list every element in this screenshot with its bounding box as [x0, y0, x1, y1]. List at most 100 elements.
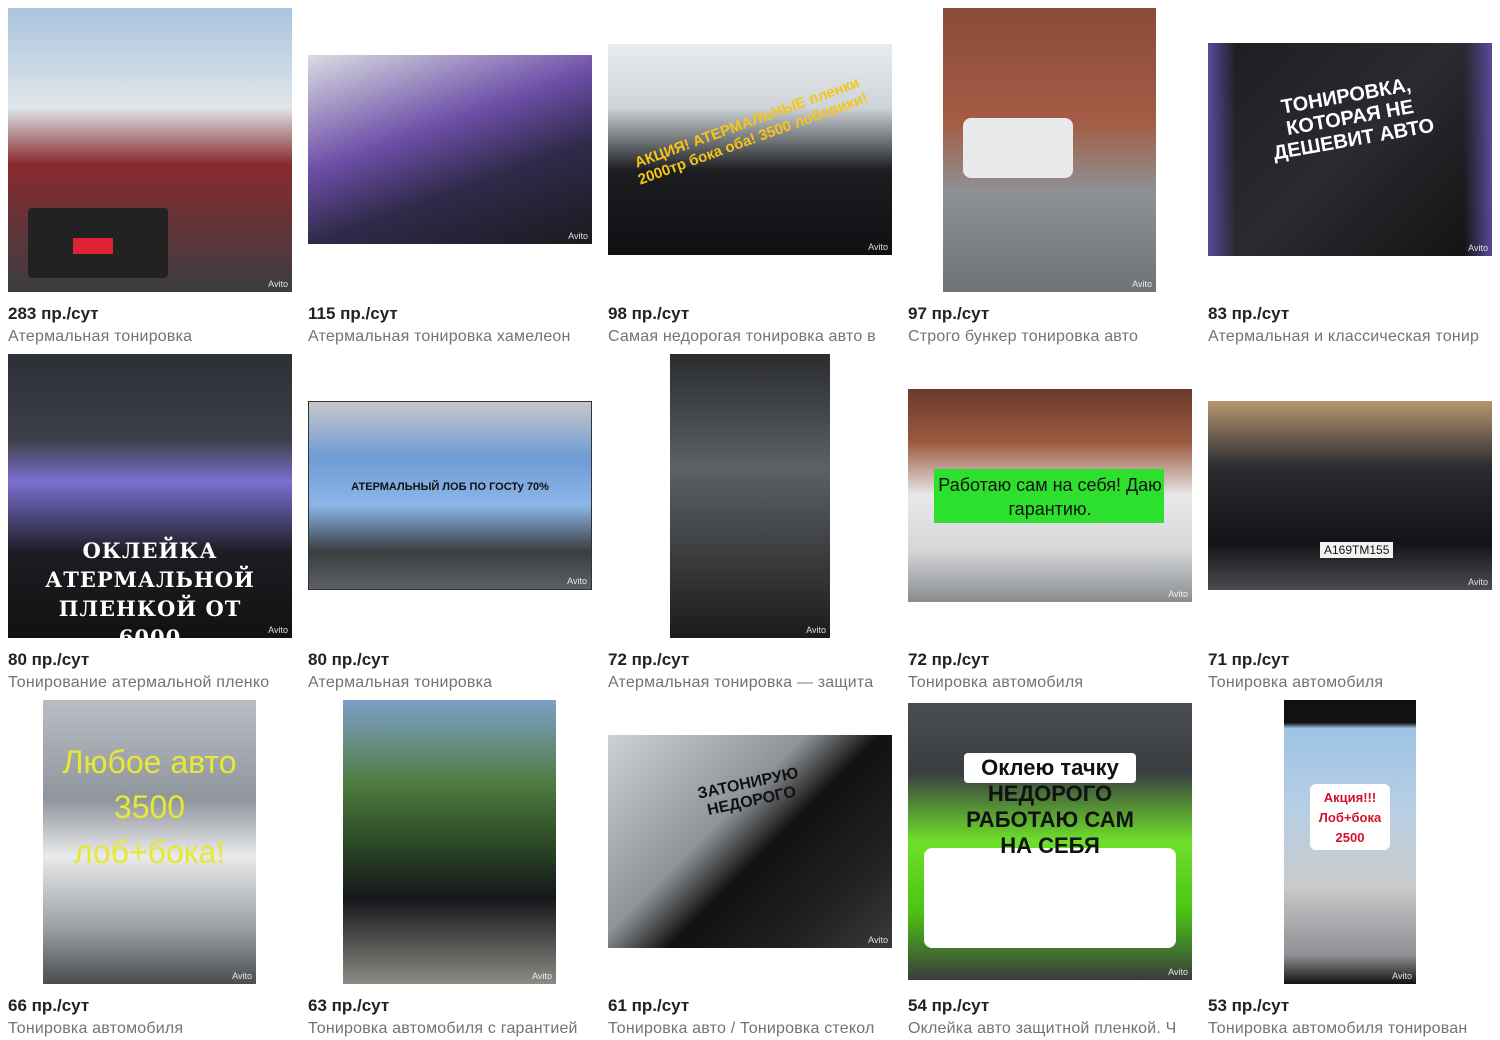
listing-title[interactable]: Строго бункер тонировка авто: [908, 328, 1192, 346]
listing-card[interactable]: Avito 72 пр./сут Атермальная тонировка —…: [608, 354, 892, 694]
listing-title[interactable]: Атермальная тонировка — защита: [608, 674, 892, 692]
watermark: Avito: [1468, 577, 1488, 587]
listing-photo[interactable]: Avito: [8, 8, 292, 292]
listing-photo[interactable]: АТЕРМАЛЬНЫЙ ЛОБ ПО ГОСТу 70% Avito: [308, 401, 592, 590]
watermark: Avito: [532, 971, 552, 981]
listing-views: 98 пр./сут: [608, 304, 690, 323]
listing-card[interactable]: Акция!!! Лоб+бока 2500 Avito 53 пр./сут …: [1208, 700, 1492, 1040]
listing-title[interactable]: Тонировка автомобиля: [1208, 674, 1492, 692]
listing-image-box: Avito: [308, 700, 592, 984]
listing-photo[interactable]: Любое авто 3500 лоб+бока! Avito: [43, 700, 256, 984]
listing-photo[interactable]: ТОНИРОВКА, КОТОРАЯ НЕ ДЕШЕВИТ АВТО Avito: [1208, 43, 1492, 256]
listing-views: 53 пр./сут: [1208, 996, 1290, 1015]
listing-title[interactable]: Тонировка автомобиля с гарантией: [308, 1020, 592, 1038]
listing-image-box: Avito: [908, 8, 1192, 292]
listing-photo[interactable]: Акция!!! Лоб+бока 2500 Avito: [1284, 700, 1416, 984]
listing-photo[interactable]: ОКЛЕЙКА АТЕРМАЛЬНОЙ ПЛЕНКОЙ ОТ 6000 Avit…: [8, 354, 292, 638]
listing-card[interactable]: АТЕРМАЛЬНЫЙ ЛОБ ПО ГОСТу 70% Avito 80 пр…: [308, 354, 592, 694]
watermark: Avito: [1468, 243, 1488, 253]
listing-views: 71 пр./сут: [1208, 650, 1290, 669]
listing-views: 54 пр./сут: [908, 996, 990, 1015]
promo-overlay-text: Акция!!! Лоб+бока 2500: [1318, 790, 1382, 845]
listing-image-box: Оклею тачку НЕДОРОГО РАБОТАЮ САМ НА СЕБЯ…: [908, 700, 1192, 984]
listing-image-box: А169ТМ155 Avito: [1208, 354, 1492, 638]
listing-card[interactable]: Работаю сам на себя! Даю гарантию. Avito…: [908, 354, 1192, 694]
listing-image-box: Работаю сам на себя! Даю гарантию. Avito: [908, 354, 1192, 638]
listing-photo[interactable]: Avito: [308, 55, 592, 244]
listing-title[interactable]: Атермальная тонировка: [308, 674, 592, 692]
listing-photo[interactable]: Avito: [343, 700, 556, 984]
watermark: Avito: [1168, 967, 1188, 977]
listing-card[interactable]: Оклею тачку НЕДОРОГО РАБОТАЮ САМ НА СЕБЯ…: [908, 700, 1192, 1040]
watermark: Avito: [1132, 279, 1152, 289]
watermark: Avito: [1168, 589, 1188, 599]
listing-title[interactable]: Атермальная тонировка хамелеон: [308, 328, 592, 346]
listing-title[interactable]: Атермальная и классическая тонир: [1208, 328, 1492, 346]
listing-title[interactable]: Атермальная тонировка: [8, 328, 292, 346]
listing-image-box: Avito: [608, 354, 892, 638]
promo-overlay-text: ОКЛЕЙКА АТЕРМАЛЬНОЙ ПЛЕНКОЙ ОТ 6000: [45, 538, 255, 638]
listing-photo[interactable]: А169ТМ155 Avito: [1208, 401, 1492, 590]
watermark: Avito: [268, 279, 288, 289]
listing-views: 72 пр./сут: [908, 650, 990, 669]
listing-title[interactable]: Тонирование атермальной пленко: [8, 674, 292, 692]
listing-image-box: Любое авто 3500 лоб+бока! Avito: [8, 700, 292, 984]
listing-image-box: Avito: [308, 8, 592, 292]
listing-views: 97 пр./сут: [908, 304, 990, 323]
listing-image-box: АТЕРМАЛЬНЫЙ ЛОБ ПО ГОСТу 70% Avito: [308, 354, 592, 638]
listing-title[interactable]: Тонировка авто / Тонировка стекол: [608, 1020, 892, 1038]
watermark: Avito: [868, 935, 888, 945]
listing-title[interactable]: Оклейка авто защитной пленкой. Ч: [908, 1020, 1192, 1038]
listing-views: 72 пр./сут: [608, 650, 690, 669]
listing-image-box: Avito: [8, 8, 292, 292]
watermark: Avito: [568, 231, 588, 241]
listings-grid: Avito 283 пр./сут Атермальная тонировка …: [0, 0, 1500, 1038]
listing-views: 80 пр./сут: [8, 650, 90, 669]
listing-views: 61 пр./сут: [608, 996, 690, 1015]
watermark: Avito: [1392, 971, 1412, 981]
listing-image-box: АКЦИЯ! АТЕРМАЛЬНЫЕ пленки 2000тр бока об…: [608, 8, 892, 292]
listing-views: 66 пр./сут: [8, 996, 90, 1015]
listing-photo[interactable]: Оклею тачку НЕДОРОГО РАБОТАЮ САМ НА СЕБЯ…: [908, 703, 1192, 980]
promo-overlay-text: АТЕРМАЛЬНЫЙ ЛОБ ПО ГОСТу 70%: [351, 481, 549, 493]
promo-overlay-text: ЗАТОНИРУЮ НЕДОРОГО: [696, 764, 800, 820]
promo-overlay-text: АКЦИЯ! АТЕРМАЛЬНЫЕ пленки 2000тр бока об…: [632, 74, 871, 189]
listing-image-box: ЗАТОНИРУЮ НЕДОРОГО Avito: [608, 700, 892, 984]
watermark: Avito: [567, 576, 587, 586]
listing-photo[interactable]: Avito: [943, 8, 1156, 292]
listing-card[interactable]: Avito 283 пр./сут Атермальная тонировка: [8, 8, 292, 348]
listing-card[interactable]: ОКЛЕЙКА АТЕРМАЛЬНОЙ ПЛЕНКОЙ ОТ 6000 Avit…: [8, 354, 292, 694]
listing-title[interactable]: Самая недорогая тонировка авто в: [608, 328, 892, 346]
promo-overlay-text: Работаю сам на себя! Даю гарантию.: [938, 475, 1162, 519]
listing-photo[interactable]: ЗАТОНИРУЮ НЕДОРОГО Avito: [608, 735, 892, 948]
promo-overlay-text: Любое авто 3500 лоб+бока!: [62, 744, 237, 870]
listing-card[interactable]: Avito 115 пр./сут Атермальная тонировка …: [308, 8, 592, 348]
listing-title[interactable]: Тонировка автомобиля тонирован: [1208, 1020, 1492, 1038]
listing-title[interactable]: Тонировка автомобиля: [908, 674, 1192, 692]
listing-photo[interactable]: Работаю сам на себя! Даю гарантию. Avito: [908, 389, 1192, 602]
watermark: Avito: [868, 242, 888, 252]
watermark: Avito: [806, 625, 826, 635]
listing-card[interactable]: АКЦИЯ! АТЕРМАЛЬНЫЕ пленки 2000тр бока об…: [608, 8, 892, 348]
watermark: Avito: [232, 971, 252, 981]
promo-overlay-text: Оклею тачку НЕДОРОГО РАБОТАЮ САМ НА СЕБЯ: [966, 755, 1134, 858]
listing-card[interactable]: ЗАТОНИРУЮ НЕДОРОГО Avito 61 пр./сут Тони…: [608, 700, 892, 1040]
listing-views: 80 пр./сут: [308, 650, 390, 669]
listing-photo[interactable]: АКЦИЯ! АТЕРМАЛЬНЫЕ пленки 2000тр бока об…: [608, 44, 892, 255]
listing-image-box: ОКЛЕЙКА АТЕРМАЛЬНОЙ ПЛЕНКОЙ ОТ 6000 Avit…: [8, 354, 292, 638]
listing-views: 83 пр./сут: [1208, 304, 1290, 323]
listing-card[interactable]: А169ТМ155 Avito 71 пр./сут Тонировка авт…: [1208, 354, 1492, 694]
listing-card[interactable]: Avito 63 пр./сут Тонировка автомобиля с …: [308, 700, 592, 1040]
listing-image-box: ТОНИРОВКА, КОТОРАЯ НЕ ДЕШЕВИТ АВТО Avito: [1208, 8, 1492, 292]
license-plate: А169ТМ155: [1320, 542, 1394, 558]
listing-card[interactable]: ТОНИРОВКА, КОТОРАЯ НЕ ДЕШЕВИТ АВТО Avito…: [1208, 8, 1492, 348]
listing-card[interactable]: Avito 97 пр./сут Строго бункер тонировка…: [908, 8, 1192, 348]
watermark: Avito: [268, 625, 288, 635]
listing-card[interactable]: Любое авто 3500 лоб+бока! Avito 66 пр./с…: [8, 700, 292, 1040]
listing-views: 63 пр./сут: [308, 996, 390, 1015]
listing-title[interactable]: Тонировка автомобиля: [8, 1020, 292, 1038]
listing-photo[interactable]: Avito: [670, 354, 830, 638]
listing-views: 283 пр./сут: [8, 304, 99, 323]
listing-views: 115 пр./сут: [308, 304, 398, 323]
listing-image-box: Акция!!! Лоб+бока 2500 Avito: [1208, 700, 1492, 984]
